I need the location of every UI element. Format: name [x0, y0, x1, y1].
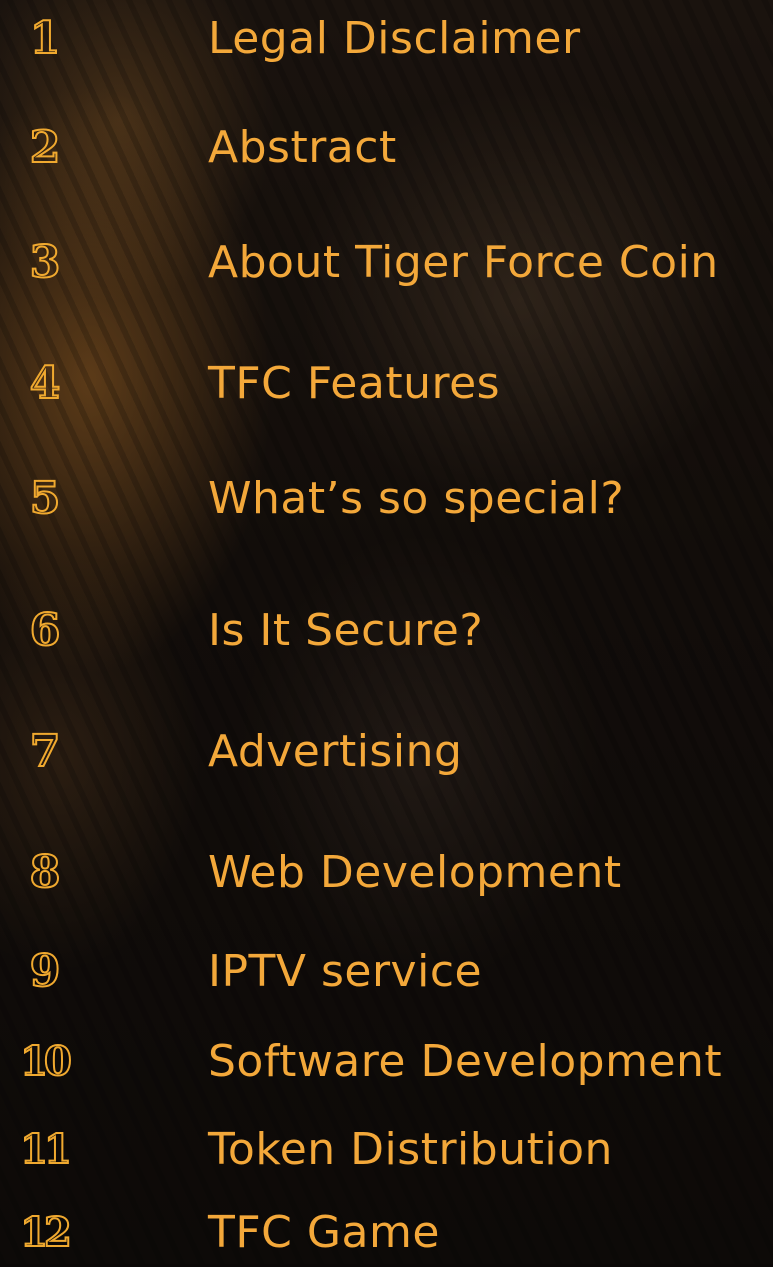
toc-number: 7 — [29, 725, 62, 778]
toc-title: Legal Disclaimer — [208, 12, 581, 64]
toc-title: Abstract — [208, 121, 397, 173]
toc-number: 10 — [19, 1037, 73, 1086]
toc-title: What’s so special? — [208, 472, 625, 524]
toc-title: TFC Features — [208, 357, 501, 409]
table-of-contents: 1 Legal Disclaimer 2 Abstract 3 About Ti… — [0, 0, 773, 1264]
toc-title: Is It Secure? — [208, 604, 484, 656]
toc-item-web-development[interactable]: 8 Web Development — [0, 837, 773, 907]
toc-title: About Tiger Force Coin — [208, 236, 719, 288]
toc-item-token-distribution[interactable]: 11 Token Distribution — [0, 1114, 773, 1184]
toc-number: 2 — [29, 121, 62, 174]
toc-number: 1 — [29, 12, 62, 65]
toc-item-software-development[interactable]: 10 Software Development — [0, 1026, 773, 1096]
toc-number: 11 — [19, 1125, 73, 1174]
toc-item-tfc-game[interactable]: 12 TFC Game — [0, 1197, 773, 1267]
toc-title: TFC Game — [208, 1206, 440, 1258]
toc-item-advertising[interactable]: 7 Advertising — [0, 716, 773, 786]
toc-title: Advertising — [208, 725, 463, 777]
toc-title: Web Development — [208, 846, 622, 898]
toc-number: 3 — [29, 236, 62, 289]
toc-item-tfc-features[interactable]: 4 TFC Features — [0, 348, 773, 418]
toc-item-legal-disclaimer[interactable]: 1 Legal Disclaimer — [0, 3, 773, 73]
toc-number: 8 — [29, 846, 62, 899]
toc-number: 12 — [19, 1208, 73, 1257]
toc-number: 4 — [29, 357, 62, 410]
toc-title: IPTV service — [208, 945, 483, 997]
toc-item-whats-so-special[interactable]: 5 What’s so special? — [0, 463, 773, 533]
toc-title: Software Development — [208, 1035, 723, 1087]
toc-item-abstract[interactable]: 2 Abstract — [0, 112, 773, 182]
toc-title: Token Distribution — [208, 1123, 613, 1175]
toc-item-about-tiger-force-coin[interactable]: 3 About Tiger Force Coin — [0, 227, 773, 297]
toc-number: 5 — [29, 472, 62, 525]
toc-number: 6 — [29, 604, 62, 657]
toc-item-is-it-secure[interactable]: 6 Is It Secure? — [0, 595, 773, 665]
toc-number: 9 — [29, 945, 62, 998]
toc-item-iptv-service[interactable]: 9 IPTV service — [0, 936, 773, 1006]
